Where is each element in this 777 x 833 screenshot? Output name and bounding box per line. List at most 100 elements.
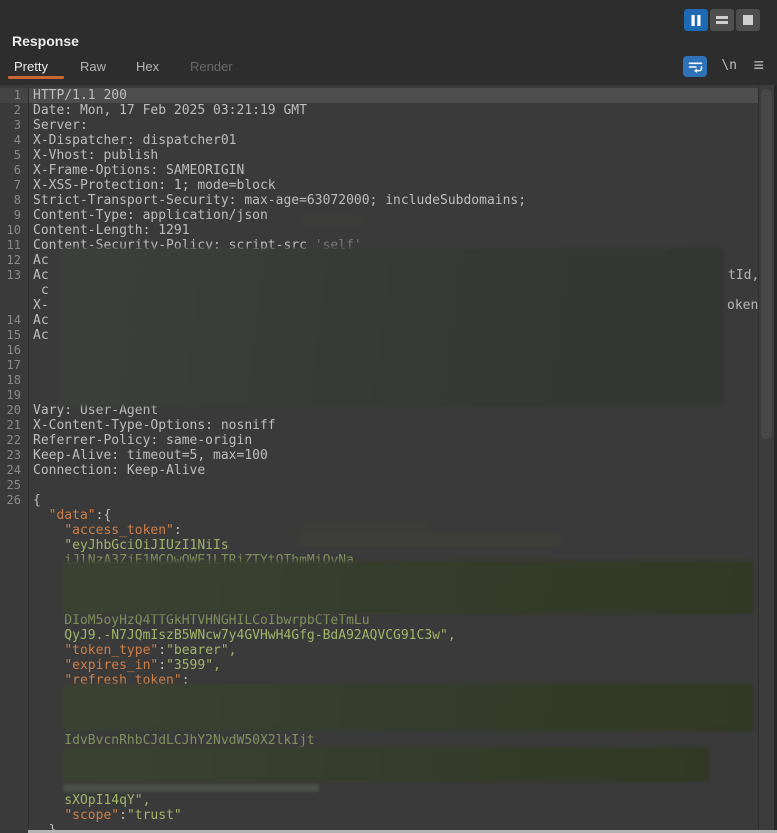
redaction-blur bbox=[63, 561, 753, 614]
code-row: 24 Connection: Keep-Alive bbox=[0, 463, 758, 478]
line-number bbox=[0, 643, 28, 658]
code-row: 21 X-Content-Type-Options: nosniff bbox=[0, 418, 758, 433]
code-row: "data":{ bbox=[0, 508, 758, 523]
view-tabbar: Pretty Raw Hex Render bbox=[0, 56, 777, 84]
line-number bbox=[0, 583, 28, 598]
line-number: 14 bbox=[6, 313, 21, 327]
line-number bbox=[0, 793, 28, 808]
code-row: 4 X-Dispatcher: dispatcher01 bbox=[0, 133, 758, 148]
code-row: 1 HTTP/1.1 200 bbox=[0, 88, 758, 103]
code-row: QyJ9.-N7JQmIszB5WNcw7y4GVHwH4Gfg-BdA92AQ… bbox=[0, 628, 758, 643]
line-number: 21 bbox=[6, 418, 21, 432]
line-number bbox=[0, 688, 28, 703]
code-row: 23 Keep-Alive: timeout=5, max=100 bbox=[0, 448, 758, 463]
response-code-editor[interactable]: 1 HTTP/1.1 200 2 Date: Mon, 17 Feb 2025 03:… bbox=[0, 85, 777, 833]
line-number bbox=[0, 718, 28, 733]
scrollbar-thumb[interactable] bbox=[761, 89, 772, 439]
code-row: 7 X-XSS-Protection: 1; mode=block bbox=[0, 178, 758, 193]
stop-icon bbox=[743, 15, 753, 25]
word-wrap-icon bbox=[688, 62, 702, 73]
line-number bbox=[0, 523, 28, 538]
panel-title: Response bbox=[12, 33, 79, 49]
code-row: 8 Strict-Transport-Security: max-age=6307… bbox=[0, 193, 758, 208]
redaction-blur bbox=[302, 522, 428, 532]
code-row: 9 Content-Type: application/json bbox=[0, 208, 758, 223]
line-number bbox=[0, 298, 28, 313]
code-fragment: tId, bbox=[728, 268, 760, 283]
gutter-separator bbox=[28, 85, 29, 833]
editor-menu-button[interactable]: ≡ bbox=[753, 55, 764, 75]
line-number: 22 bbox=[6, 433, 21, 447]
line-number: 15 bbox=[6, 328, 21, 342]
tab-raw[interactable]: Raw bbox=[80, 59, 106, 81]
code-row: 25 bbox=[0, 478, 758, 493]
code-row: 26{ bbox=[0, 493, 758, 508]
code-row: 5 X-Vhost: publish bbox=[0, 148, 758, 163]
line-number: 18 bbox=[6, 373, 21, 387]
line-number bbox=[0, 778, 28, 793]
code-row: "token_type":"bearer", bbox=[0, 643, 758, 658]
word-wrap-button[interactable] bbox=[683, 56, 707, 77]
line-number: 5 bbox=[13, 148, 21, 162]
line-number: 23 bbox=[6, 448, 21, 462]
line-number: 2 bbox=[13, 103, 21, 117]
line-number bbox=[0, 703, 28, 718]
line-number bbox=[0, 598, 28, 613]
line-number bbox=[0, 733, 28, 748]
tab-hex[interactable]: Hex bbox=[136, 59, 159, 81]
line-number bbox=[0, 538, 28, 553]
newline-toggle-button[interactable]: \n bbox=[721, 58, 737, 73]
active-tab-underline bbox=[8, 76, 64, 79]
pause-button[interactable] bbox=[684, 9, 708, 31]
response-panel: Response Pretty Raw Hex Render \n ≡ 1 HTT… bbox=[0, 0, 777, 833]
capture-controls bbox=[684, 9, 760, 31]
line-number: 1 bbox=[0, 88, 28, 103]
redaction-blur bbox=[63, 747, 709, 782]
tab-render[interactable]: Render bbox=[190, 59, 233, 81]
redaction-blur bbox=[63, 784, 319, 792]
line-number: 7 bbox=[13, 178, 21, 192]
line-number: 24 bbox=[6, 463, 21, 477]
line-number: 9 bbox=[13, 208, 21, 222]
redaction-blur bbox=[63, 684, 753, 731]
line-number: 26 bbox=[6, 493, 21, 507]
rows-icon bbox=[716, 16, 728, 24]
line-number: 4 bbox=[13, 133, 21, 147]
redaction-blur bbox=[60, 248, 724, 406]
line-number: 17 bbox=[6, 358, 21, 372]
line-number bbox=[0, 508, 28, 523]
line-number bbox=[0, 673, 28, 688]
code-row: 6 X-Frame-Options: SAMEORIGIN bbox=[0, 163, 758, 178]
line-number: 12 bbox=[6, 253, 21, 267]
line-number bbox=[0, 283, 28, 298]
line-number bbox=[0, 808, 28, 823]
pause-icon bbox=[691, 14, 701, 26]
code-row: 10 Content-Length: 1291 bbox=[0, 223, 758, 238]
line-number: 19 bbox=[6, 388, 21, 402]
line-number: 16 bbox=[6, 343, 21, 357]
line-number: 8 bbox=[13, 193, 21, 207]
line-number: 13 bbox=[6, 268, 21, 282]
code-row: 22 Referrer-Policy: same-origin bbox=[0, 433, 758, 448]
line-number bbox=[0, 553, 28, 568]
line-number: 6 bbox=[13, 163, 21, 177]
line-number bbox=[0, 658, 28, 673]
line-number bbox=[0, 568, 28, 583]
redaction-blur bbox=[300, 215, 362, 226]
vertical-scrollbar[interactable] bbox=[758, 85, 774, 833]
line-number bbox=[0, 763, 28, 778]
code-row: IdvBvcnRhbCJdLCJhY2NvdW50X2lkIjt bbox=[0, 733, 758, 748]
code-row: 3 Server: bbox=[0, 118, 758, 133]
code-row: "scope":"trust" bbox=[0, 808, 758, 823]
code-row: DIoM5oyHzQ4TTGkHTVHNGHILCoIbwrpbCTeTmLu bbox=[0, 613, 758, 628]
rows-button[interactable] bbox=[710, 9, 734, 31]
line-number: 11 bbox=[6, 238, 21, 252]
line-number: 25 bbox=[6, 478, 21, 492]
code-row: sXOpI14qY", bbox=[0, 793, 758, 808]
line-number: 3 bbox=[13, 118, 21, 132]
code-fragment: oken bbox=[727, 298, 759, 313]
line-number bbox=[0, 628, 28, 643]
stop-button[interactable] bbox=[736, 9, 760, 31]
redaction-blur bbox=[297, 532, 561, 547]
line-number: 10 bbox=[6, 223, 21, 237]
